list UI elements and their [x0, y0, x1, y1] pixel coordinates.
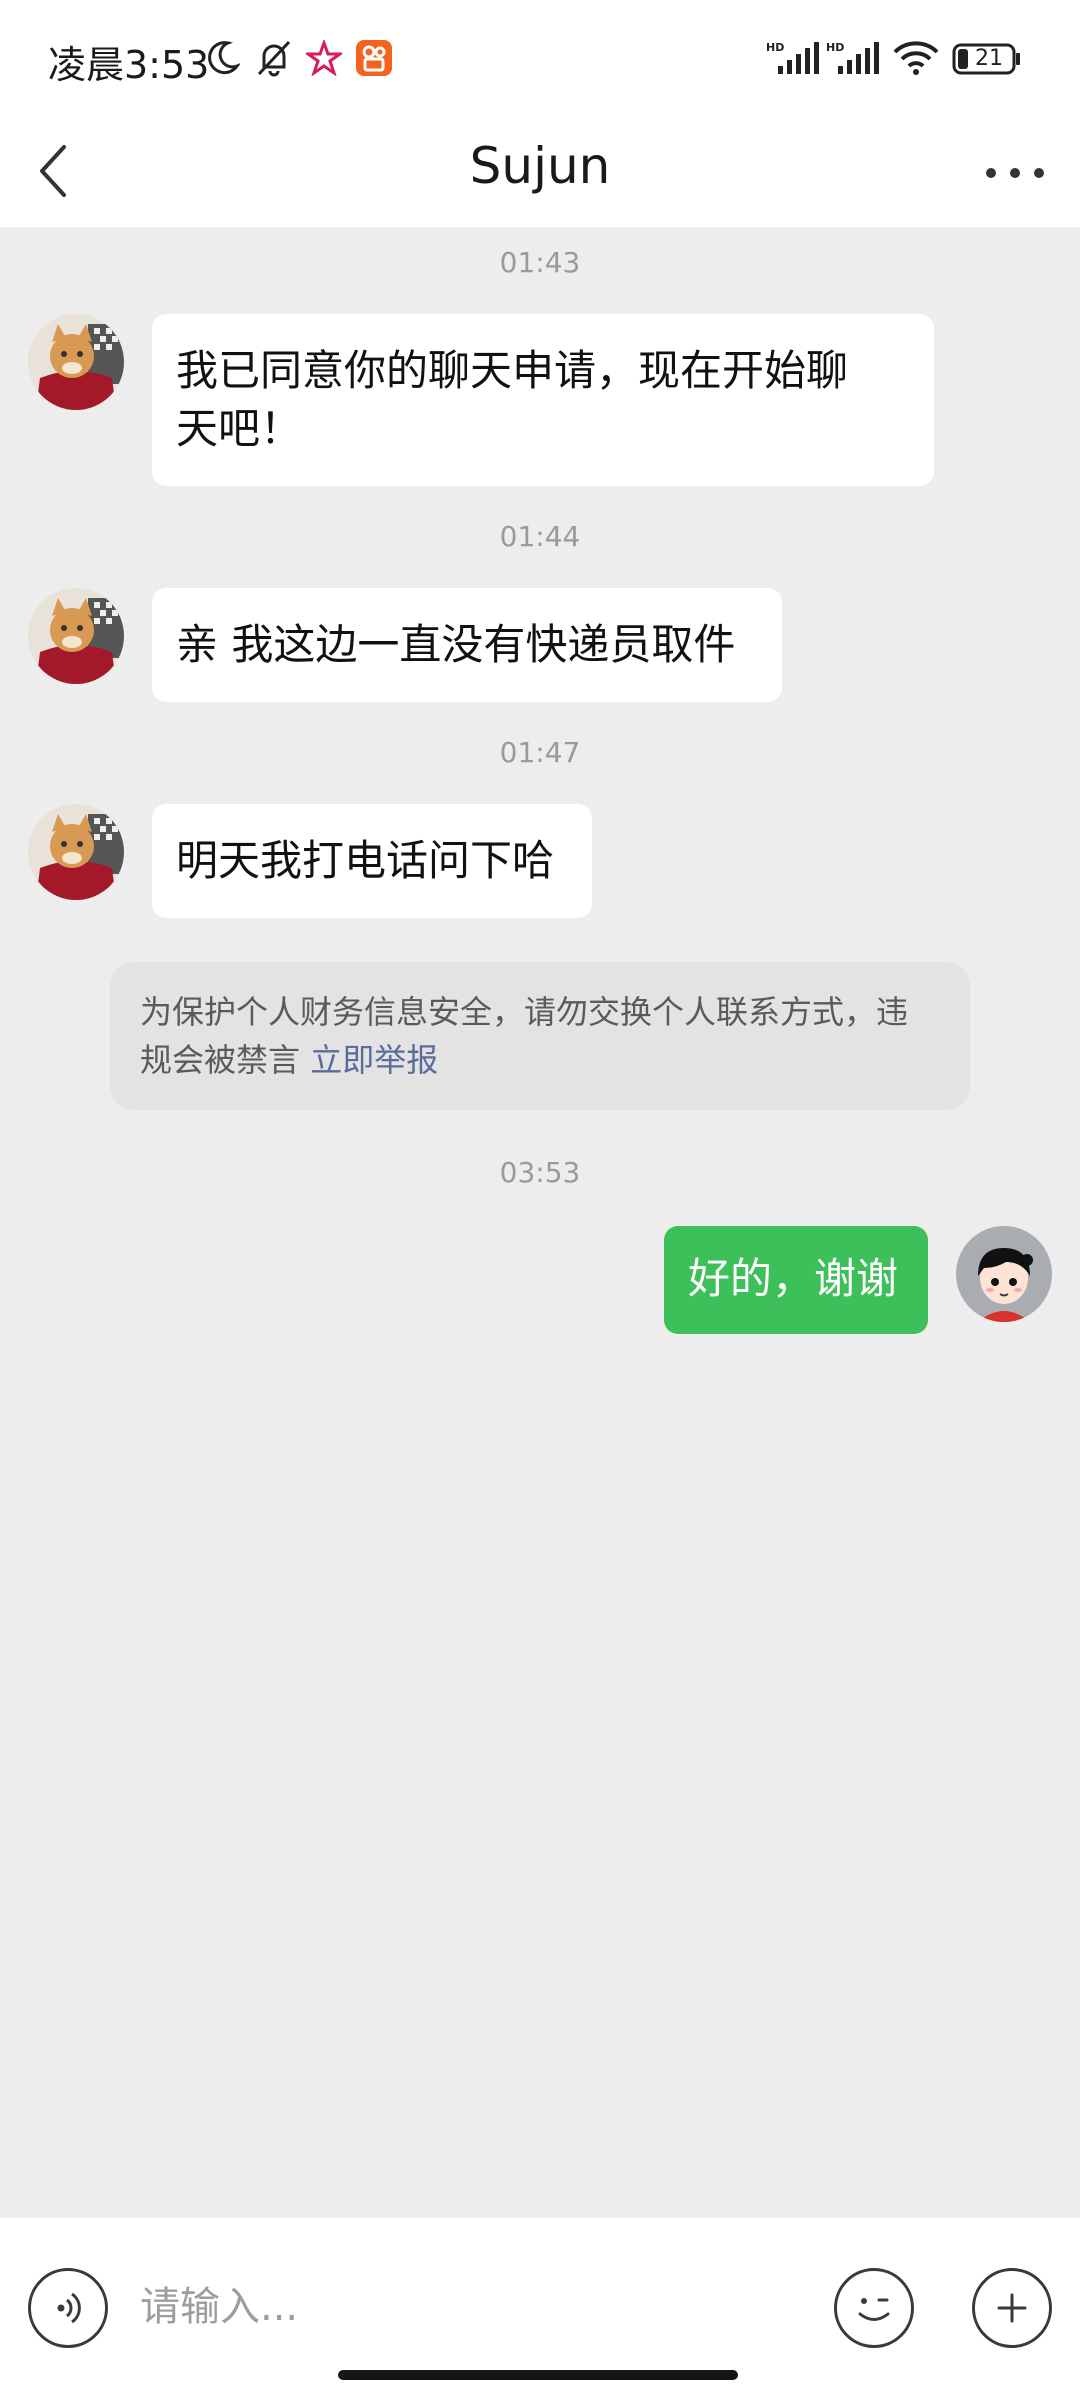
message-timestamp: 01:47	[499, 736, 581, 769]
contact-avatar[interactable]	[28, 588, 124, 684]
bell-off-icon	[254, 38, 294, 82]
emoji-button[interactable]	[834, 2268, 914, 2348]
notice-text-line: 规会被禁言 立即举报	[140, 1036, 940, 1084]
emoji-icon	[858, 2298, 890, 2321]
message-text: 明天我打电话问下哈	[176, 836, 555, 885]
message-bubble[interactable]: 我已同意你的聊天申请，现在开始聊 天吧！	[152, 314, 934, 486]
message-text-line: 天吧！	[176, 404, 303, 453]
chat-title: Sujun	[469, 137, 611, 195]
notice-text: 规会被禁言	[140, 1041, 301, 1079]
message-timestamp: 01:43	[499, 246, 581, 279]
hd-signal-icon: HD	[766, 40, 822, 80]
chat-screen: 凌晨3:53 HD HD 21 Sujun 01:43 我已同意你的聊天申请，现…	[0, 0, 1080, 2400]
wifi-icon	[892, 40, 940, 80]
svg-text:HD: HD	[766, 41, 784, 54]
message-text: 好的，谢谢	[688, 1254, 899, 1303]
safety-notice: 为保护个人财务信息安全，请勿交换个人联系方式，违 规会被禁言 立即举报	[110, 962, 970, 1110]
notice-text-line: 为保护个人财务信息安全，请勿交换个人联系方式，违	[140, 993, 909, 1031]
message-bubble[interactable]: 明天我打电话问下哈	[152, 804, 592, 918]
plus-button[interactable]	[972, 2268, 1052, 2348]
home-indicator[interactable]	[338, 2370, 738, 2380]
status-time: 凌晨3:53	[48, 43, 210, 87]
message-input[interactable]	[138, 2266, 782, 2348]
voice-button[interactable]	[28, 2268, 108, 2348]
chat-header: Sujun	[0, 115, 1080, 227]
report-link[interactable]: 立即举报	[310, 1041, 438, 1079]
message-text: 亲 我这边一直没有快递员取件	[176, 620, 736, 669]
hd-signal-icon: HD	[826, 40, 882, 80]
kuaishou-app-icon	[356, 40, 392, 80]
moon-icon	[206, 40, 241, 80]
svg-text:HD: HD	[826, 41, 844, 54]
voice-icon	[57, 2292, 81, 2324]
plus-icon	[997, 2293, 1027, 2323]
self-avatar[interactable]	[956, 1226, 1052, 1322]
cat-avatar-icon	[28, 314, 124, 410]
more-button[interactable]	[975, 133, 1055, 209]
cat-avatar-icon	[28, 804, 124, 900]
status-bar: 凌晨3:53 HD HD 21	[0, 0, 1080, 115]
message-bubble[interactable]: 亲 我这边一直没有快递员取件	[152, 588, 782, 702]
cat-avatar-icon	[28, 588, 124, 684]
message-timestamp: 03:53	[499, 1156, 581, 1189]
more-horizontal-icon	[986, 168, 1044, 178]
battery-level: 21	[975, 46, 1003, 71]
star-app-icon	[303, 38, 345, 80]
contact-avatar[interactable]	[28, 804, 124, 900]
message-bubble-self[interactable]: 好的，谢谢	[664, 1226, 928, 1334]
message-text-line: 我已同意你的聊天申请，现在开始聊	[176, 346, 849, 395]
message-timestamp: 01:44	[499, 520, 581, 553]
contact-avatar[interactable]	[28, 314, 124, 410]
cartoon-avatar-icon	[956, 1226, 1052, 1322]
